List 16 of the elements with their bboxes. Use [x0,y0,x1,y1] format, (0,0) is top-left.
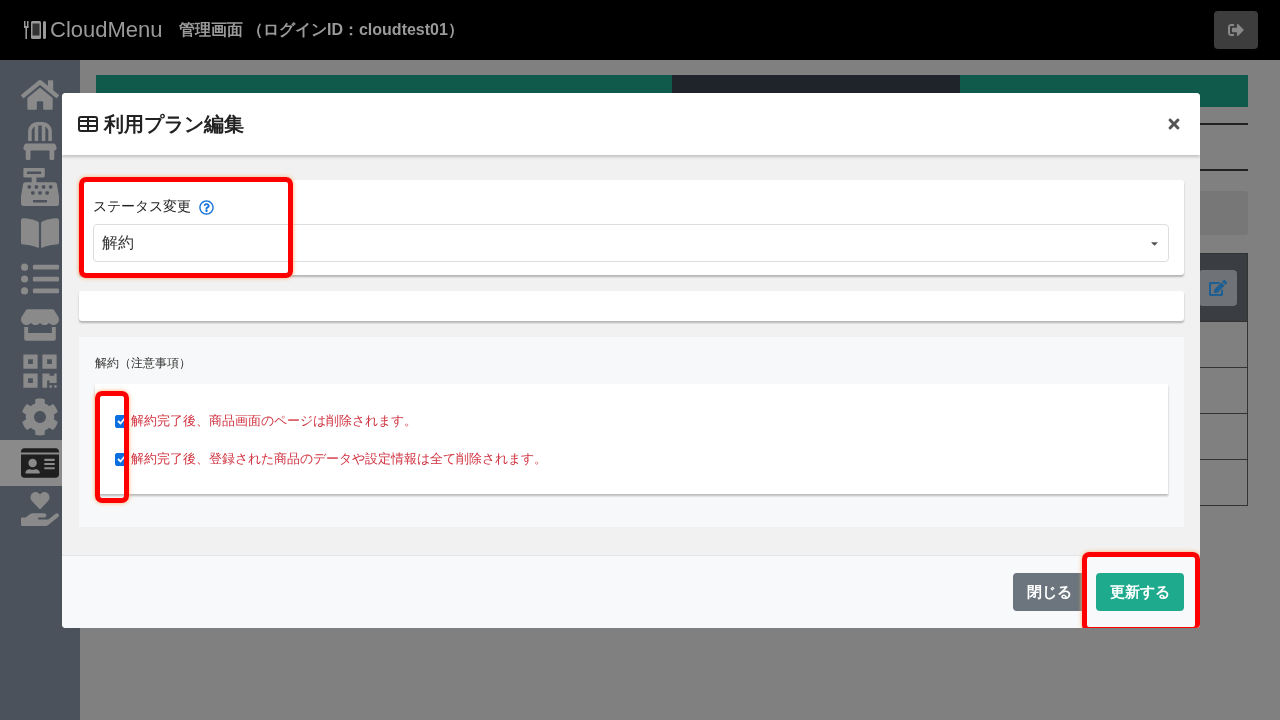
field-label: ステータス変更 [93,198,191,216]
logo-text: CloudMenu [50,17,163,43]
logo-icon [22,19,48,41]
help-icon[interactable] [199,199,214,215]
notice-text: 解約完了後、登録された商品のデータや設定情報は全て削除されます。 [131,450,547,468]
dialog-title: 利用プラン編集 [104,111,244,137]
header-title: 管理画面 （ログインID：cloudtest01） [178,19,464,40]
section-heading: 解約（注意事項） [95,355,192,372]
edit-button[interactable] [1199,269,1237,306]
table-icon [78,116,98,132]
update-button[interactable]: 更新する [1096,573,1184,611]
edit-icon [1209,278,1227,297]
logout-button[interactable] [1214,11,1258,49]
status-select[interactable]: 解約 [93,224,1169,262]
logout-icon [1228,22,1244,38]
notice-text: 解約完了後、商品画面のページは削除されます。 [131,412,417,430]
